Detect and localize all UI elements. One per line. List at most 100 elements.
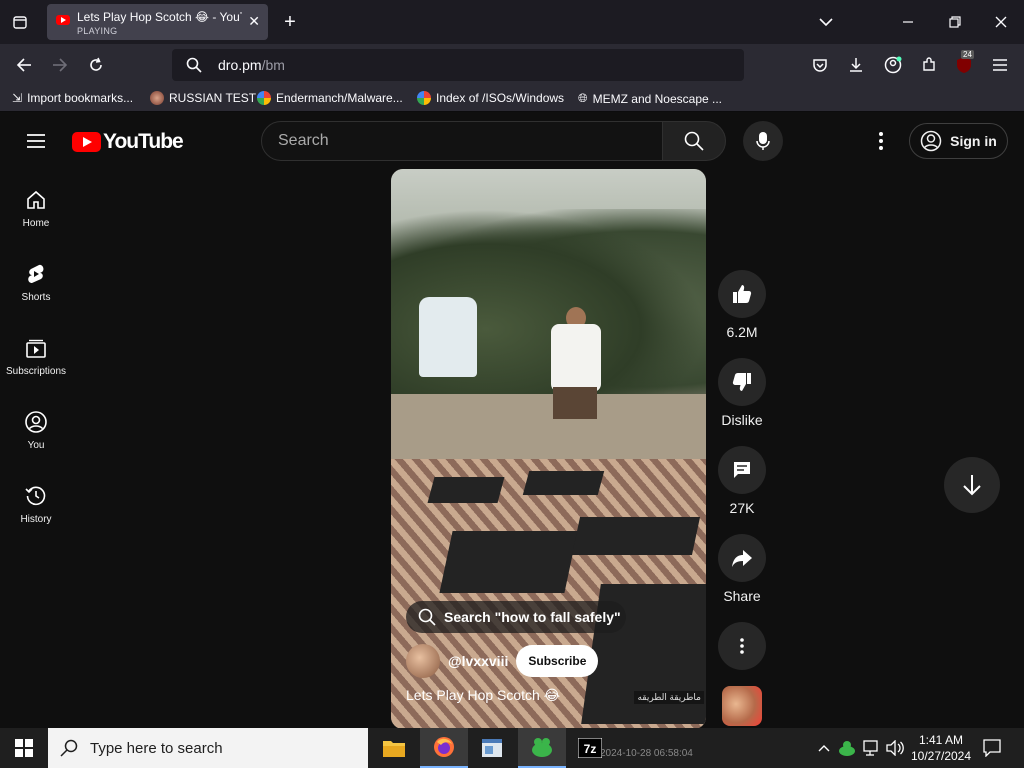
short-title[interactable]: Lets Play Hop Scotch 😂: [406, 687, 560, 704]
folder-icon: [383, 741, 405, 757]
video-watermark: ماطريقة الطريقه: [634, 691, 704, 704]
subscriptions-icon: [26, 339, 46, 358]
channel-handle[interactable]: @lvxxviii: [448, 653, 508, 669]
search-icon: [60, 739, 78, 757]
extensions-icon[interactable]: [917, 53, 941, 77]
windows-logo-icon: [15, 739, 33, 757]
bookmark-endermanch[interactable]: Endermanch/Malware...: [257, 91, 403, 105]
clock-time: 1:41 AM: [918, 733, 964, 747]
window-app-icon: [482, 739, 502, 757]
comment-icon: [734, 462, 750, 478]
next-short-button[interactable]: [944, 457, 1000, 513]
green-app-taskbar-button[interactable]: [518, 728, 566, 768]
short-video-player[interactable]: Search "how to fall safely" @lvxxviii Su…: [391, 169, 706, 729]
network-icon[interactable]: [860, 736, 884, 760]
browser-tab-strip: Lets Play Hop Scotch 😂 - YouTube PLAYING…: [0, 0, 1024, 44]
7zip-taskbar-button[interactable]: 7z: [566, 728, 614, 768]
downloads-icon[interactable]: [844, 53, 868, 77]
tab-manager-icon[interactable]: [8, 10, 32, 34]
search-button[interactable]: [662, 121, 726, 161]
close-tab-icon[interactable]: ✕: [248, 13, 260, 30]
active-tab[interactable]: Lets Play Hop Scotch 😂 - YouTube PLAYING…: [47, 4, 268, 40]
app-taskbar-button[interactable]: [468, 728, 516, 768]
search-suggestion-chip[interactable]: Search "how to fall safely": [406, 601, 626, 633]
sound-thumbnail[interactable]: [722, 686, 762, 726]
back-icon[interactable]: [12, 53, 36, 77]
like-button[interactable]: [718, 270, 766, 318]
sidebar-item-subscriptions[interactable]: Subscriptions: [0, 336, 72, 410]
taskbar-search-input[interactable]: Type here to search: [48, 728, 368, 768]
google-icon: [417, 91, 431, 105]
share-button[interactable]: [718, 534, 766, 582]
notifications-icon[interactable]: [980, 736, 1004, 760]
video-frame-person-shorts: [553, 387, 597, 419]
tab-playing-status: PLAYING: [77, 26, 118, 36]
volume-icon[interactable]: [883, 736, 907, 760]
minimize-window-icon[interactable]: [896, 10, 920, 34]
home-icon: [27, 190, 45, 209]
site-favicon-icon: [150, 91, 164, 105]
share-icon: [732, 550, 752, 567]
comments-button[interactable]: [718, 446, 766, 494]
voice-search-button[interactable]: [743, 121, 783, 161]
sidebar-item-shorts[interactable]: Shorts: [0, 262, 72, 336]
subscribe-button[interactable]: Subscribe: [516, 645, 599, 677]
video-frame-black-bag: [571, 517, 701, 555]
channel-avatar[interactable]: [406, 644, 440, 678]
pocket-icon[interactable]: [808, 53, 832, 77]
thumbs-up-icon: [733, 285, 752, 303]
list-all-tabs-icon[interactable]: [814, 10, 838, 34]
bookmark-index-isos[interactable]: Index of /ISOs/Windows: [417, 91, 564, 105]
sign-in-button[interactable]: Sign in: [909, 123, 1008, 159]
7zip-icon: 7z: [578, 738, 602, 758]
search-input[interactable]: Search: [261, 121, 663, 161]
video-frame-black-bag: [522, 471, 605, 495]
address-bar[interactable]: dro.pm/bm: [172, 49, 744, 81]
bookmark-import[interactable]: ⇲ Import bookmarks...: [12, 91, 133, 105]
ublock-extension-icon[interactable]: 24: [952, 50, 976, 77]
microphone-icon: [756, 132, 770, 150]
bookmark-russian-test[interactable]: RUSSIAN TEST: [150, 91, 256, 105]
youtube-page: YouTube Search Sign in Home Shorts Subsc…: [0, 112, 1024, 729]
share-label: Share: [723, 588, 761, 604]
sidebar-item-history[interactable]: History: [0, 484, 72, 558]
taskbar-clock[interactable]: 1:41 AM 10/27/2024: [910, 732, 972, 764]
forward-icon[interactable]: [48, 53, 72, 77]
windows-taskbar: Type here to search 2024-10-28 06:58:04 …: [0, 728, 1024, 768]
bookmark-memz[interactable]: 🌐︎ MEMZ and Noescape ...: [578, 91, 722, 106]
url-text: dro.pm/bm: [218, 57, 285, 73]
firefox-icon: [434, 737, 454, 757]
video-frame-water-tank: [419, 297, 477, 377]
guide-menu-icon[interactable]: [24, 129, 48, 153]
navigation-toolbar: dro.pm/bm 24: [0, 44, 1024, 86]
account-icon[interactable]: [881, 53, 905, 77]
search-icon: [182, 53, 206, 77]
video-frame-black-bag: [427, 477, 505, 503]
sidebar-item-you[interactable]: You: [0, 410, 72, 484]
google-icon: [257, 91, 271, 105]
sidebar-item-home[interactable]: Home: [0, 188, 72, 262]
new-tab-icon[interactable]: +: [278, 10, 302, 34]
more-options-button[interactable]: [718, 622, 766, 670]
settings-dots-icon[interactable]: [869, 129, 893, 153]
video-frame-person-shirt: [551, 324, 601, 392]
youtube-logo[interactable]: YouTube: [72, 130, 184, 154]
tray-green-app-icon[interactable]: [835, 736, 859, 760]
firefox-taskbar-button[interactable]: [420, 728, 468, 768]
thumbs-down-icon: [732, 373, 751, 391]
close-window-icon[interactable]: [989, 10, 1013, 34]
menu-icon[interactable]: [988, 53, 1012, 77]
shorts-icon: [28, 264, 44, 283]
more-dots-icon: [740, 638, 744, 654]
file-explorer-taskbar-button[interactable]: [370, 728, 418, 768]
show-hidden-icons-icon[interactable]: [812, 736, 836, 760]
green-creature-icon: [532, 738, 552, 757]
reload-icon[interactable]: [84, 53, 108, 77]
tab-title: Lets Play Hop Scotch 😂 - YouTube: [77, 10, 242, 24]
restore-window-icon[interactable]: [943, 10, 967, 34]
arrow-down-icon: [963, 475, 981, 496]
dislike-button[interactable]: [718, 358, 766, 406]
start-button[interactable]: [0, 728, 48, 768]
video-frame-black-bag: [439, 531, 578, 593]
account-circle-icon: [920, 130, 942, 152]
